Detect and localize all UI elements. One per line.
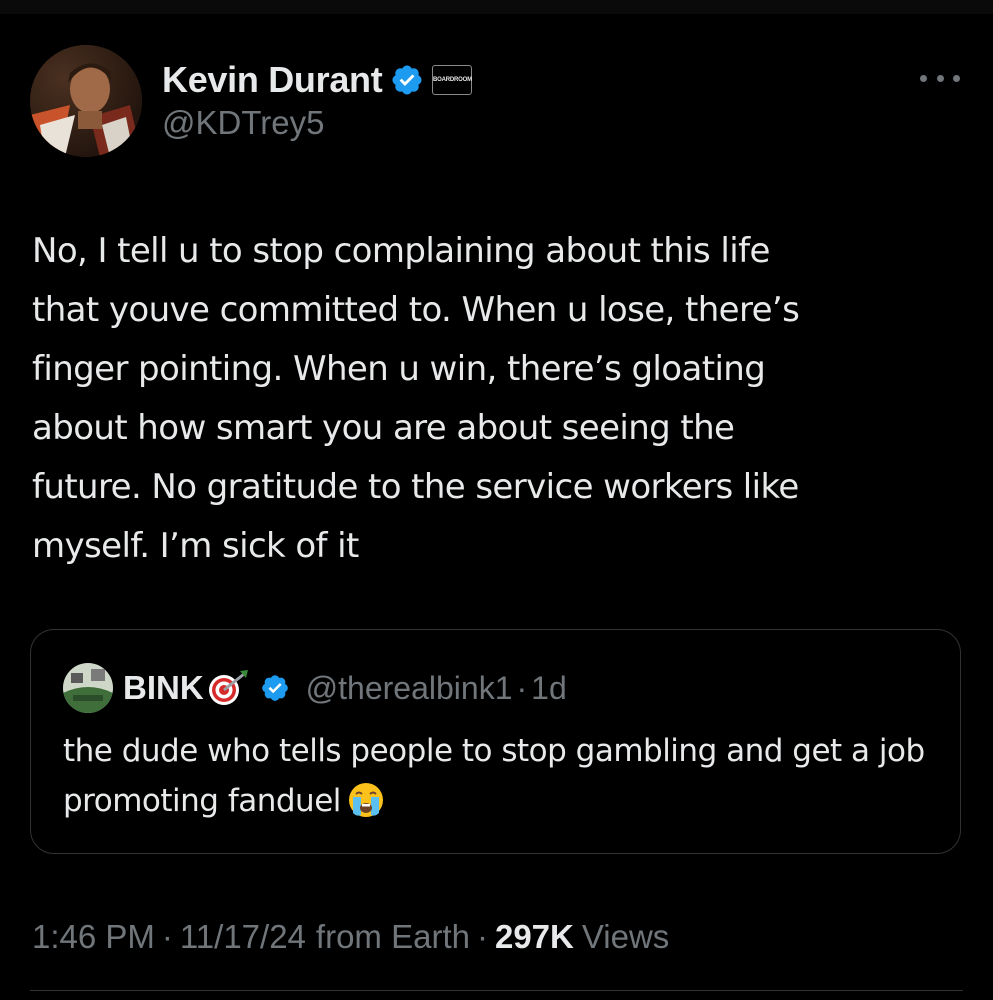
author-avatar[interactable] [30,45,142,157]
views-label: Views [581,918,670,955]
views-count[interactable]: 297K [495,918,574,956]
meta-separator: · [476,918,488,955]
tweet-time[interactable]: 1:46 PM [32,918,155,956]
tweet-text: No, I tell u to stop complaining about t… [32,231,800,566]
author-name-row: Kevin Durant BOARDROOM [162,58,473,102]
quoted-tweet-header: BINK @therealbink1 · 1d [63,660,567,716]
meta-separator: · [161,918,173,955]
quoted-author-handle[interactable]: @therealbink1 · 1d [306,670,567,707]
more-dot-icon [953,74,960,82]
quoted-avatar-image [63,663,113,713]
verified-badge-icon[interactable] [390,63,424,97]
divider [30,990,963,991]
author-display-name[interactable]: Kevin Durant [162,59,383,101]
quoted-verified-badge-icon[interactable] [260,673,290,703]
quoted-tweet-card[interactable]: BINK @therealbink1 · 1d the dude who tells… [30,629,961,854]
quoted-tweet-text: the dude who tells people to stop gambli… [63,733,925,819]
dart-target-icon [206,668,250,708]
meta-separator: · [516,669,528,706]
loudly-crying-face-icon [347,781,385,819]
avatar-image [30,45,142,157]
more-options-button[interactable] [920,66,960,90]
tweet-date[interactable]: 11/17/24 [180,918,306,956]
more-dot-icon [936,74,944,82]
affiliate-badge[interactable]: BOARDROOM [432,65,473,95]
quoted-author-avatar[interactable] [63,663,113,713]
quoted-tweet-age: 1d [531,669,567,706]
author-handle[interactable]: @KDTrey5 [162,104,324,142]
top-edge [0,0,993,14]
quoted-author-name[interactable]: BINK [123,669,204,707]
tweet-location: from Earth [315,918,470,955]
more-dot-icon [920,74,927,82]
tweet-meta-row: 1:46 PM · 11/17/24 from Earth · 297K Vie… [32,912,669,962]
